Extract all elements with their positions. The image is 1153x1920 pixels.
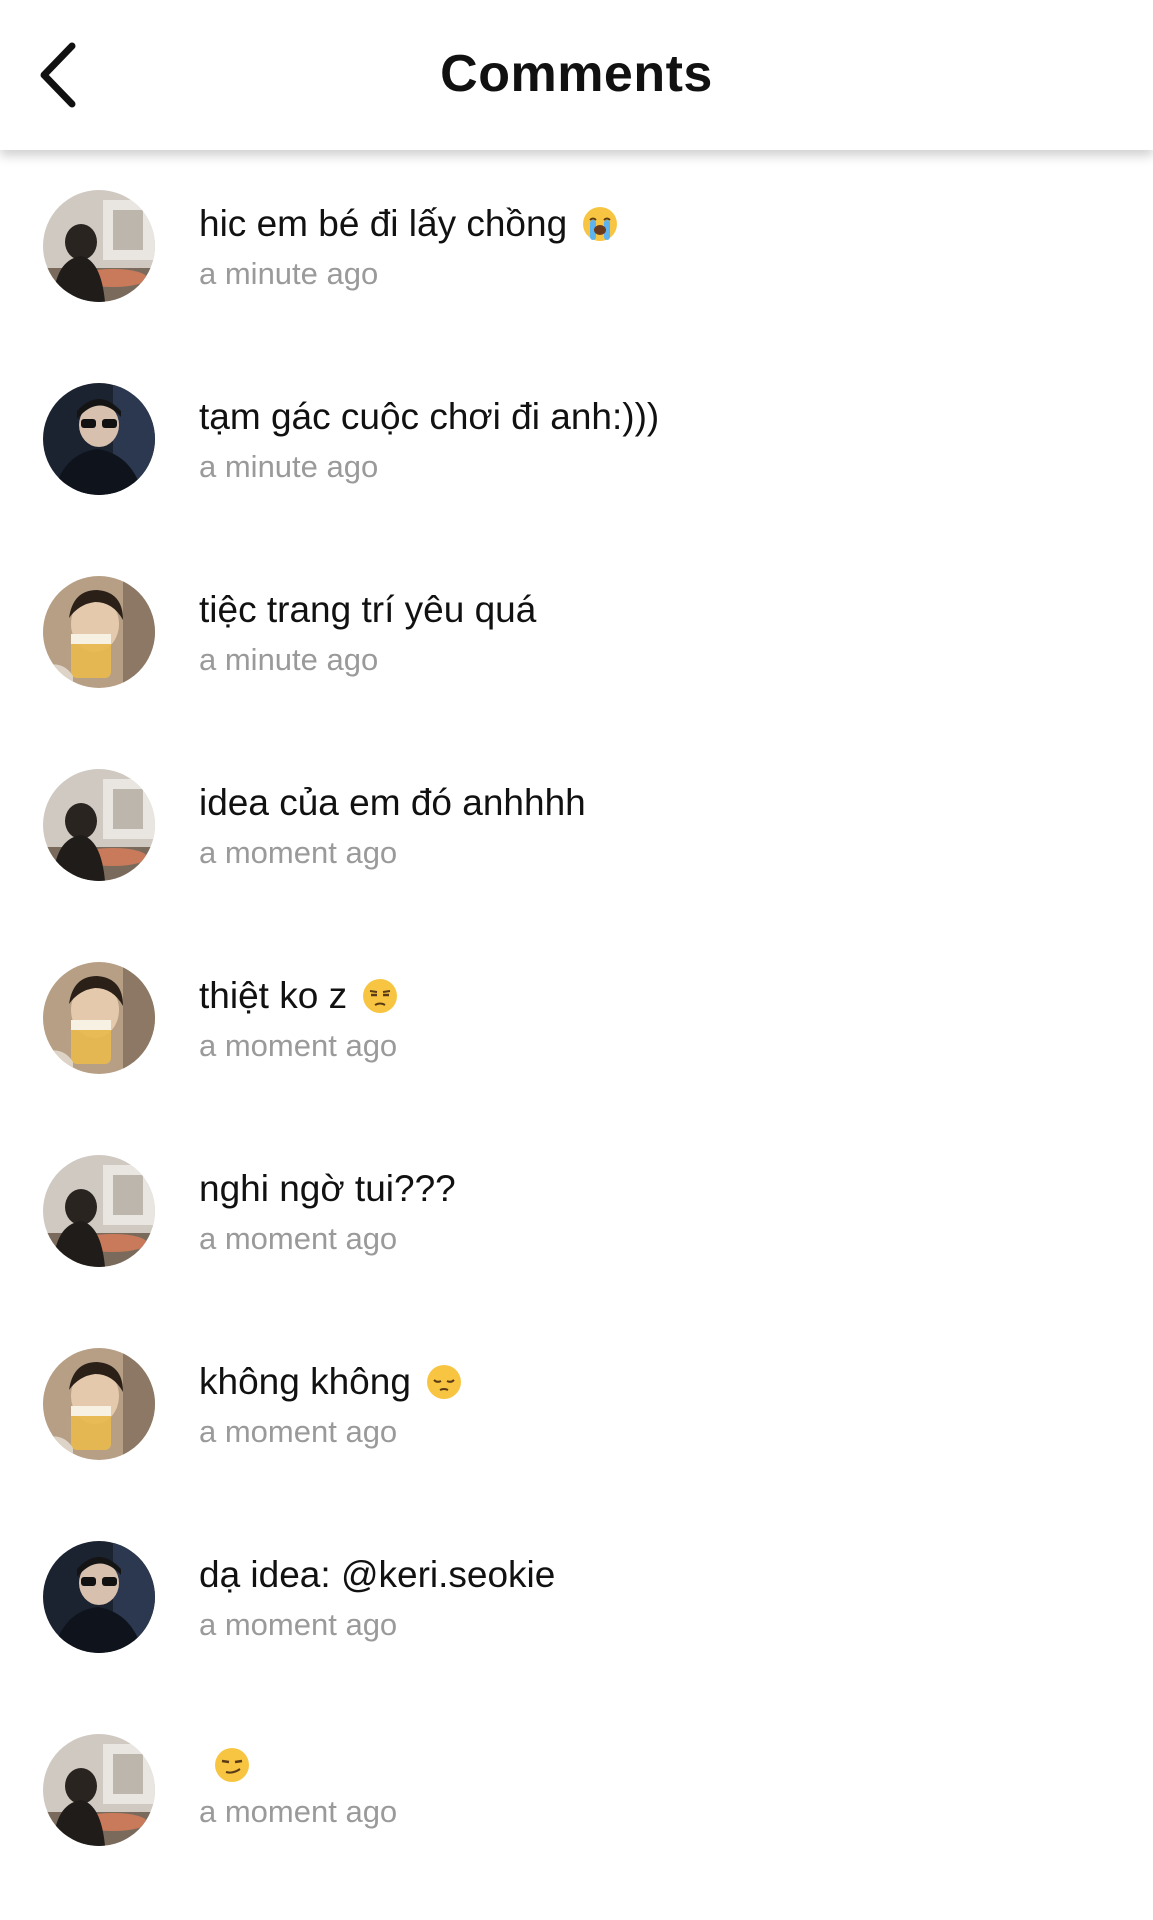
top-bar: Comments: [0, 0, 1153, 150]
comment-row[interactable]: không không a moment ago: [0, 1308, 1153, 1501]
comment-text: idea của em đó anhhhh: [199, 782, 586, 823]
comment-timestamp: a moment ago: [199, 1028, 398, 1063]
comment-text: tạm gác cuộc chơi đi anh:))): [199, 396, 660, 437]
comment-timestamp: a minute ago: [199, 449, 379, 484]
avatar[interactable]: [43, 1348, 155, 1460]
comment-body: không không a moment ago: [199, 1360, 1113, 1450]
comment-timestamp: a moment ago: [199, 1414, 398, 1449]
avatar[interactable]: [43, 1541, 155, 1653]
comment-body: thiệt ko z a moment ago: [199, 974, 1113, 1064]
avatar[interactable]: [43, 576, 155, 688]
comment-body: tiệc trang trí yêu quá a minute ago: [199, 588, 1113, 678]
smirking-face-icon: [213, 1746, 251, 1784]
comment-text: hic em bé đi lấy chồng: [199, 203, 568, 244]
comment-text-line: dạ idea: @keri.seokie: [199, 1553, 1113, 1597]
avatar[interactable]: [43, 962, 155, 1074]
comment-row[interactable]: thiệt ko z a moment ago: [0, 922, 1153, 1115]
comment-text-line: thiệt ko z: [199, 974, 1113, 1018]
pensive-face-icon: [425, 1363, 463, 1401]
avatar[interactable]: [43, 190, 155, 302]
loudly-crying-face-icon: [581, 205, 619, 243]
comment-text: thiệt ko z: [199, 975, 348, 1016]
comment-list[interactable]: hic em bé đi lấy chồng a minute ago tạm …: [0, 150, 1153, 1920]
comment-text: dạ idea: @keri.seokie: [199, 1554, 556, 1595]
comment-row[interactable]: dạ idea: @keri.seokie a moment ago: [0, 1501, 1153, 1694]
comment-body: a moment ago: [199, 1746, 1113, 1830]
comment-text-line: không không: [199, 1360, 1113, 1404]
comment-text-line: tạm gác cuộc chơi đi anh:))): [199, 395, 1113, 439]
comment-text-line: [199, 1746, 1113, 1784]
unamused-face-icon: [361, 977, 399, 1015]
comment-body: nghi ngờ tui??? a moment ago: [199, 1167, 1113, 1257]
comment-text-line: nghi ngờ tui???: [199, 1167, 1113, 1211]
comment-timestamp: a minute ago: [199, 642, 379, 677]
page-title: Comments: [440, 45, 713, 103]
comment-row[interactable]: tạm gác cuộc chơi đi anh:))) a minute ago: [0, 343, 1153, 536]
comment-text-line: tiệc trang trí yêu quá: [199, 588, 1113, 632]
comment-row[interactable]: tiệc trang trí yêu quá a minute ago: [0, 536, 1153, 729]
comment-body: dạ idea: @keri.seokie a moment ago: [199, 1553, 1113, 1643]
comment-row[interactable]: nghi ngờ tui??? a moment ago: [0, 1115, 1153, 1308]
comment-text: tiệc trang trí yêu quá: [199, 589, 537, 630]
avatar[interactable]: [43, 1155, 155, 1267]
comment-timestamp: a moment ago: [199, 1607, 398, 1642]
comment-timestamp: a moment ago: [199, 1794, 398, 1829]
comment-row[interactable]: a moment ago: [0, 1694, 1153, 1887]
comment-body: idea của em đó anhhhh a moment ago: [199, 781, 1113, 871]
comment-timestamp: a minute ago: [199, 256, 379, 291]
comment-text-line: hic em bé đi lấy chồng: [199, 202, 1113, 246]
avatar[interactable]: [43, 1734, 155, 1846]
comment-text: không không: [199, 1361, 411, 1402]
comment-row[interactable]: hic em bé đi lấy chồng a minute ago: [0, 150, 1153, 343]
comment-body: hic em bé đi lấy chồng a minute ago: [199, 202, 1113, 292]
comment-body: tạm gác cuộc chơi đi anh:))) a minute ago: [199, 395, 1113, 485]
avatar[interactable]: [43, 383, 155, 495]
comment-row[interactable]: idea của em đó anhhhh a moment ago: [0, 729, 1153, 922]
comment-timestamp: a moment ago: [199, 1221, 398, 1256]
avatar[interactable]: [43, 769, 155, 881]
comment-text-line: idea của em đó anhhhh: [199, 781, 1113, 825]
comment-text: nghi ngờ tui???: [199, 1168, 456, 1209]
comment-timestamp: a moment ago: [199, 835, 398, 870]
